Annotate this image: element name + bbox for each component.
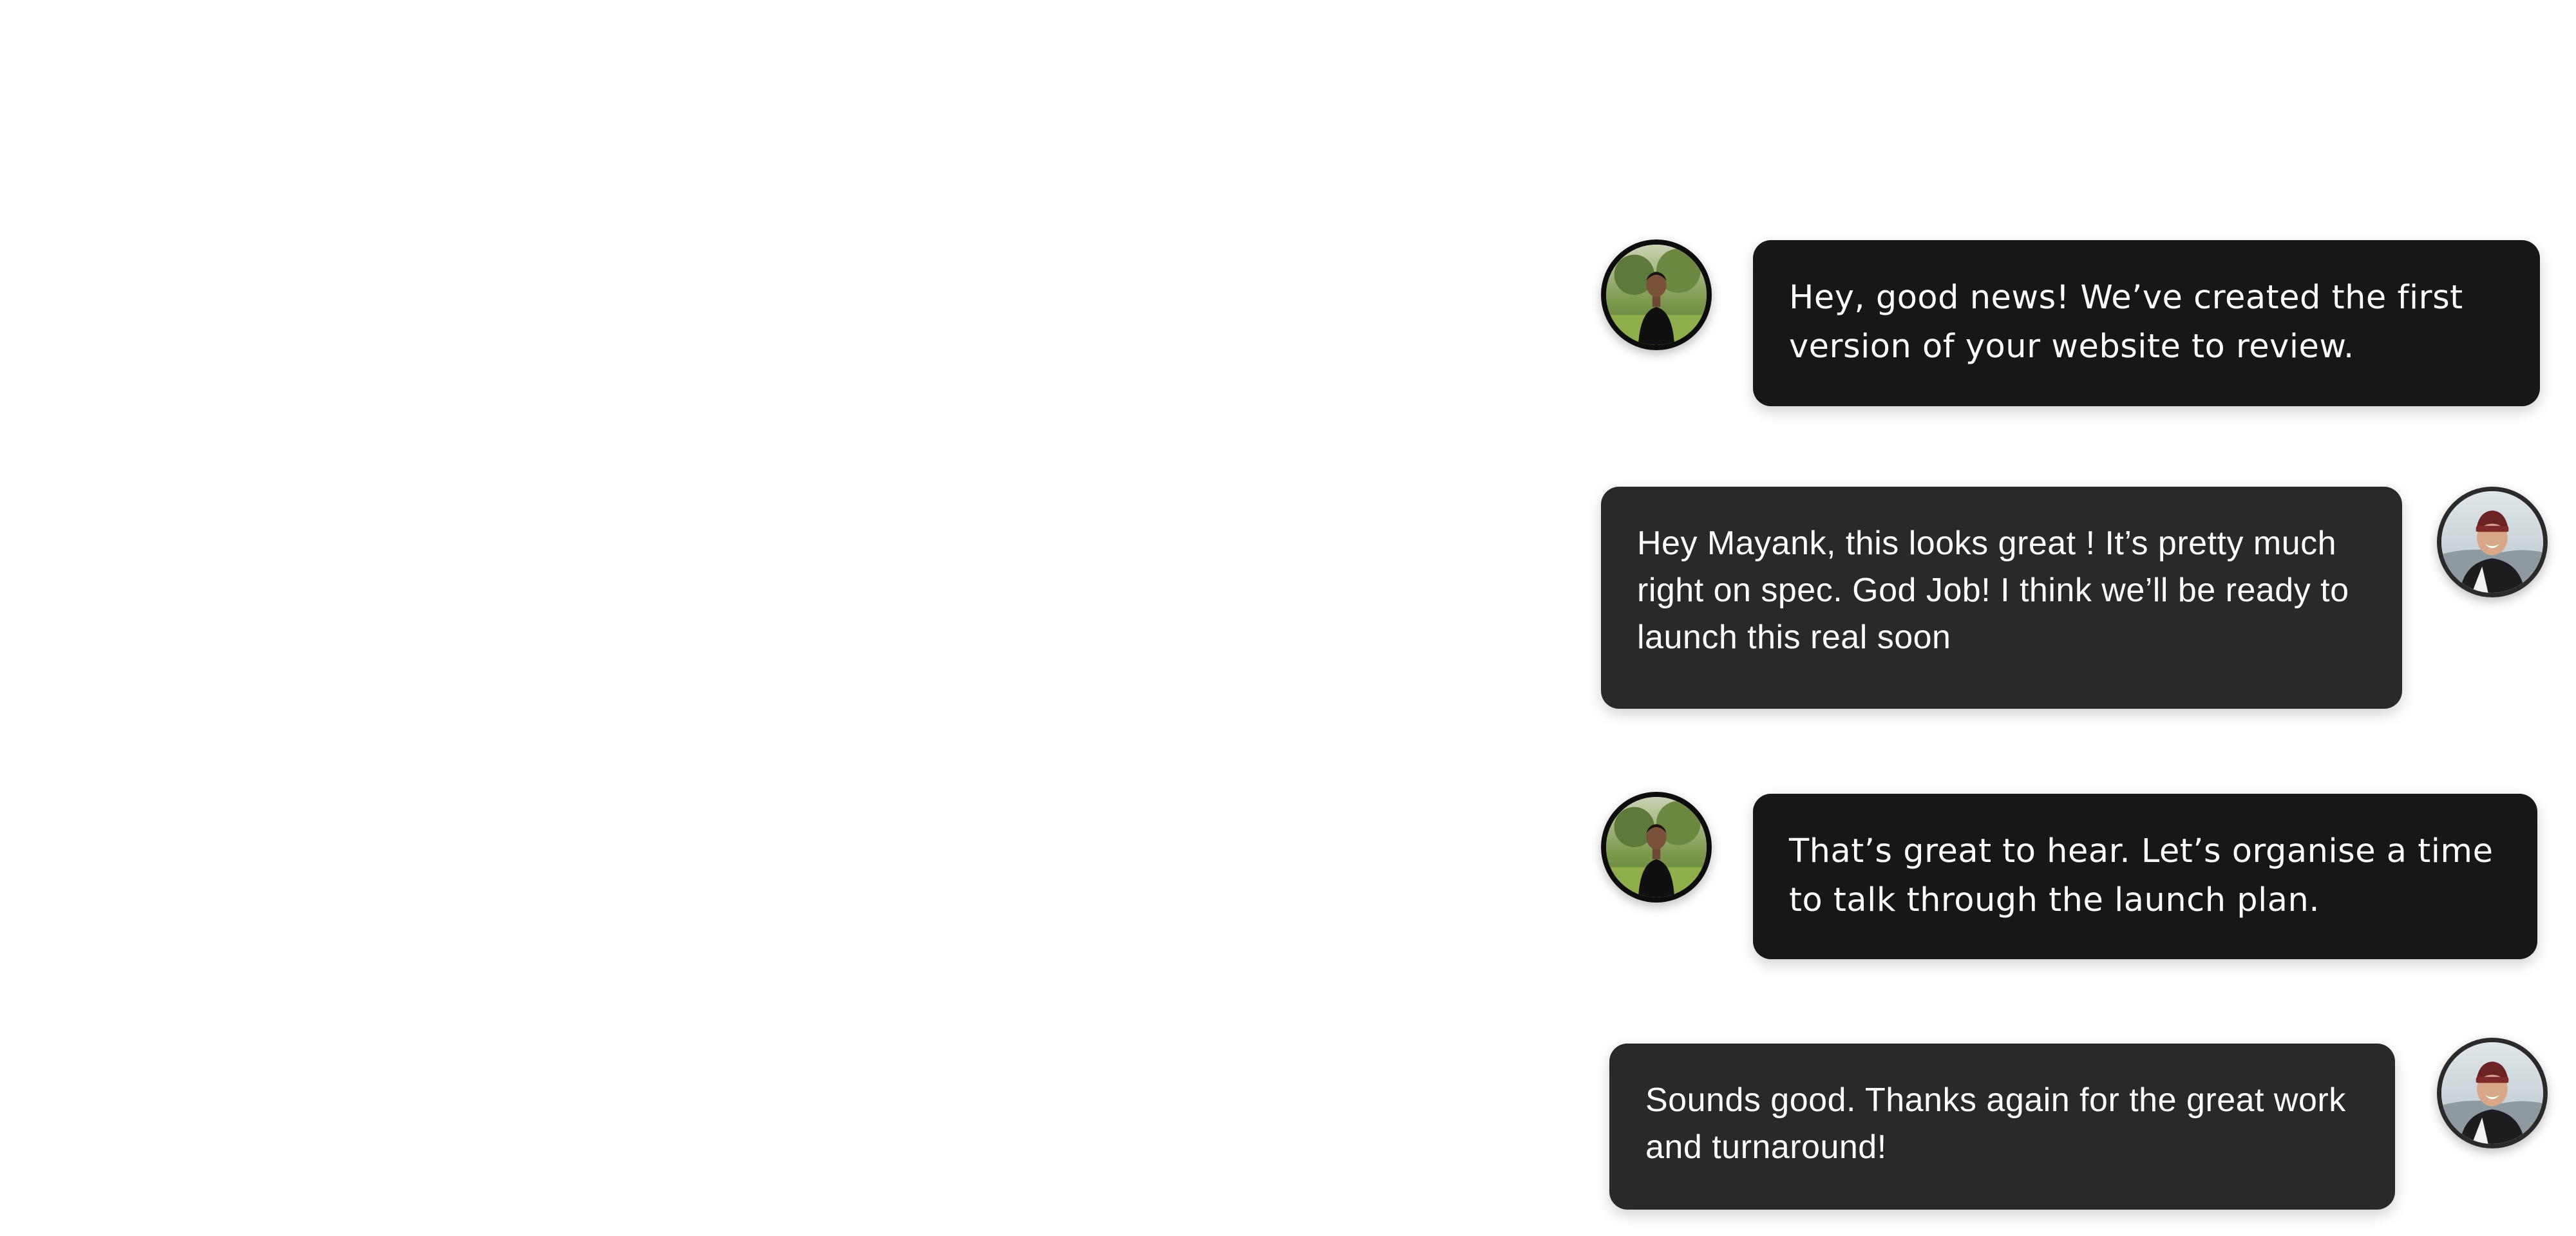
team-member-avatar-icon [1601,792,1712,903]
message-bubble-client: Sounds good. Thanks again for the great … [1609,1044,2395,1210]
team-member-avatar-icon [1601,239,1712,350]
message-bubble-team: That’s great to hear. Let’s organise a t… [1753,794,2537,959]
message-text: Sounds good. Thanks again for the great … [1645,1082,2346,1166]
chat-conversation: Hey, good news! We’ve created the first … [0,0,2576,1236]
client-avatar-icon [2437,1038,2548,1148]
message-bubble-client: Hey Mayank, this looks great ! It’s pret… [1601,487,2402,709]
message-bubble-team: Hey, good news! We’ve created the first … [1753,240,2540,406]
message-text: Hey, good news! We’ve created the first … [1789,279,2463,366]
message-text: That’s great to hear. Let’s organise a t… [1789,832,2494,919]
client-avatar-icon [2437,487,2548,597]
message-text: Hey Mayank, this looks great ! It’s pret… [1637,525,2349,656]
